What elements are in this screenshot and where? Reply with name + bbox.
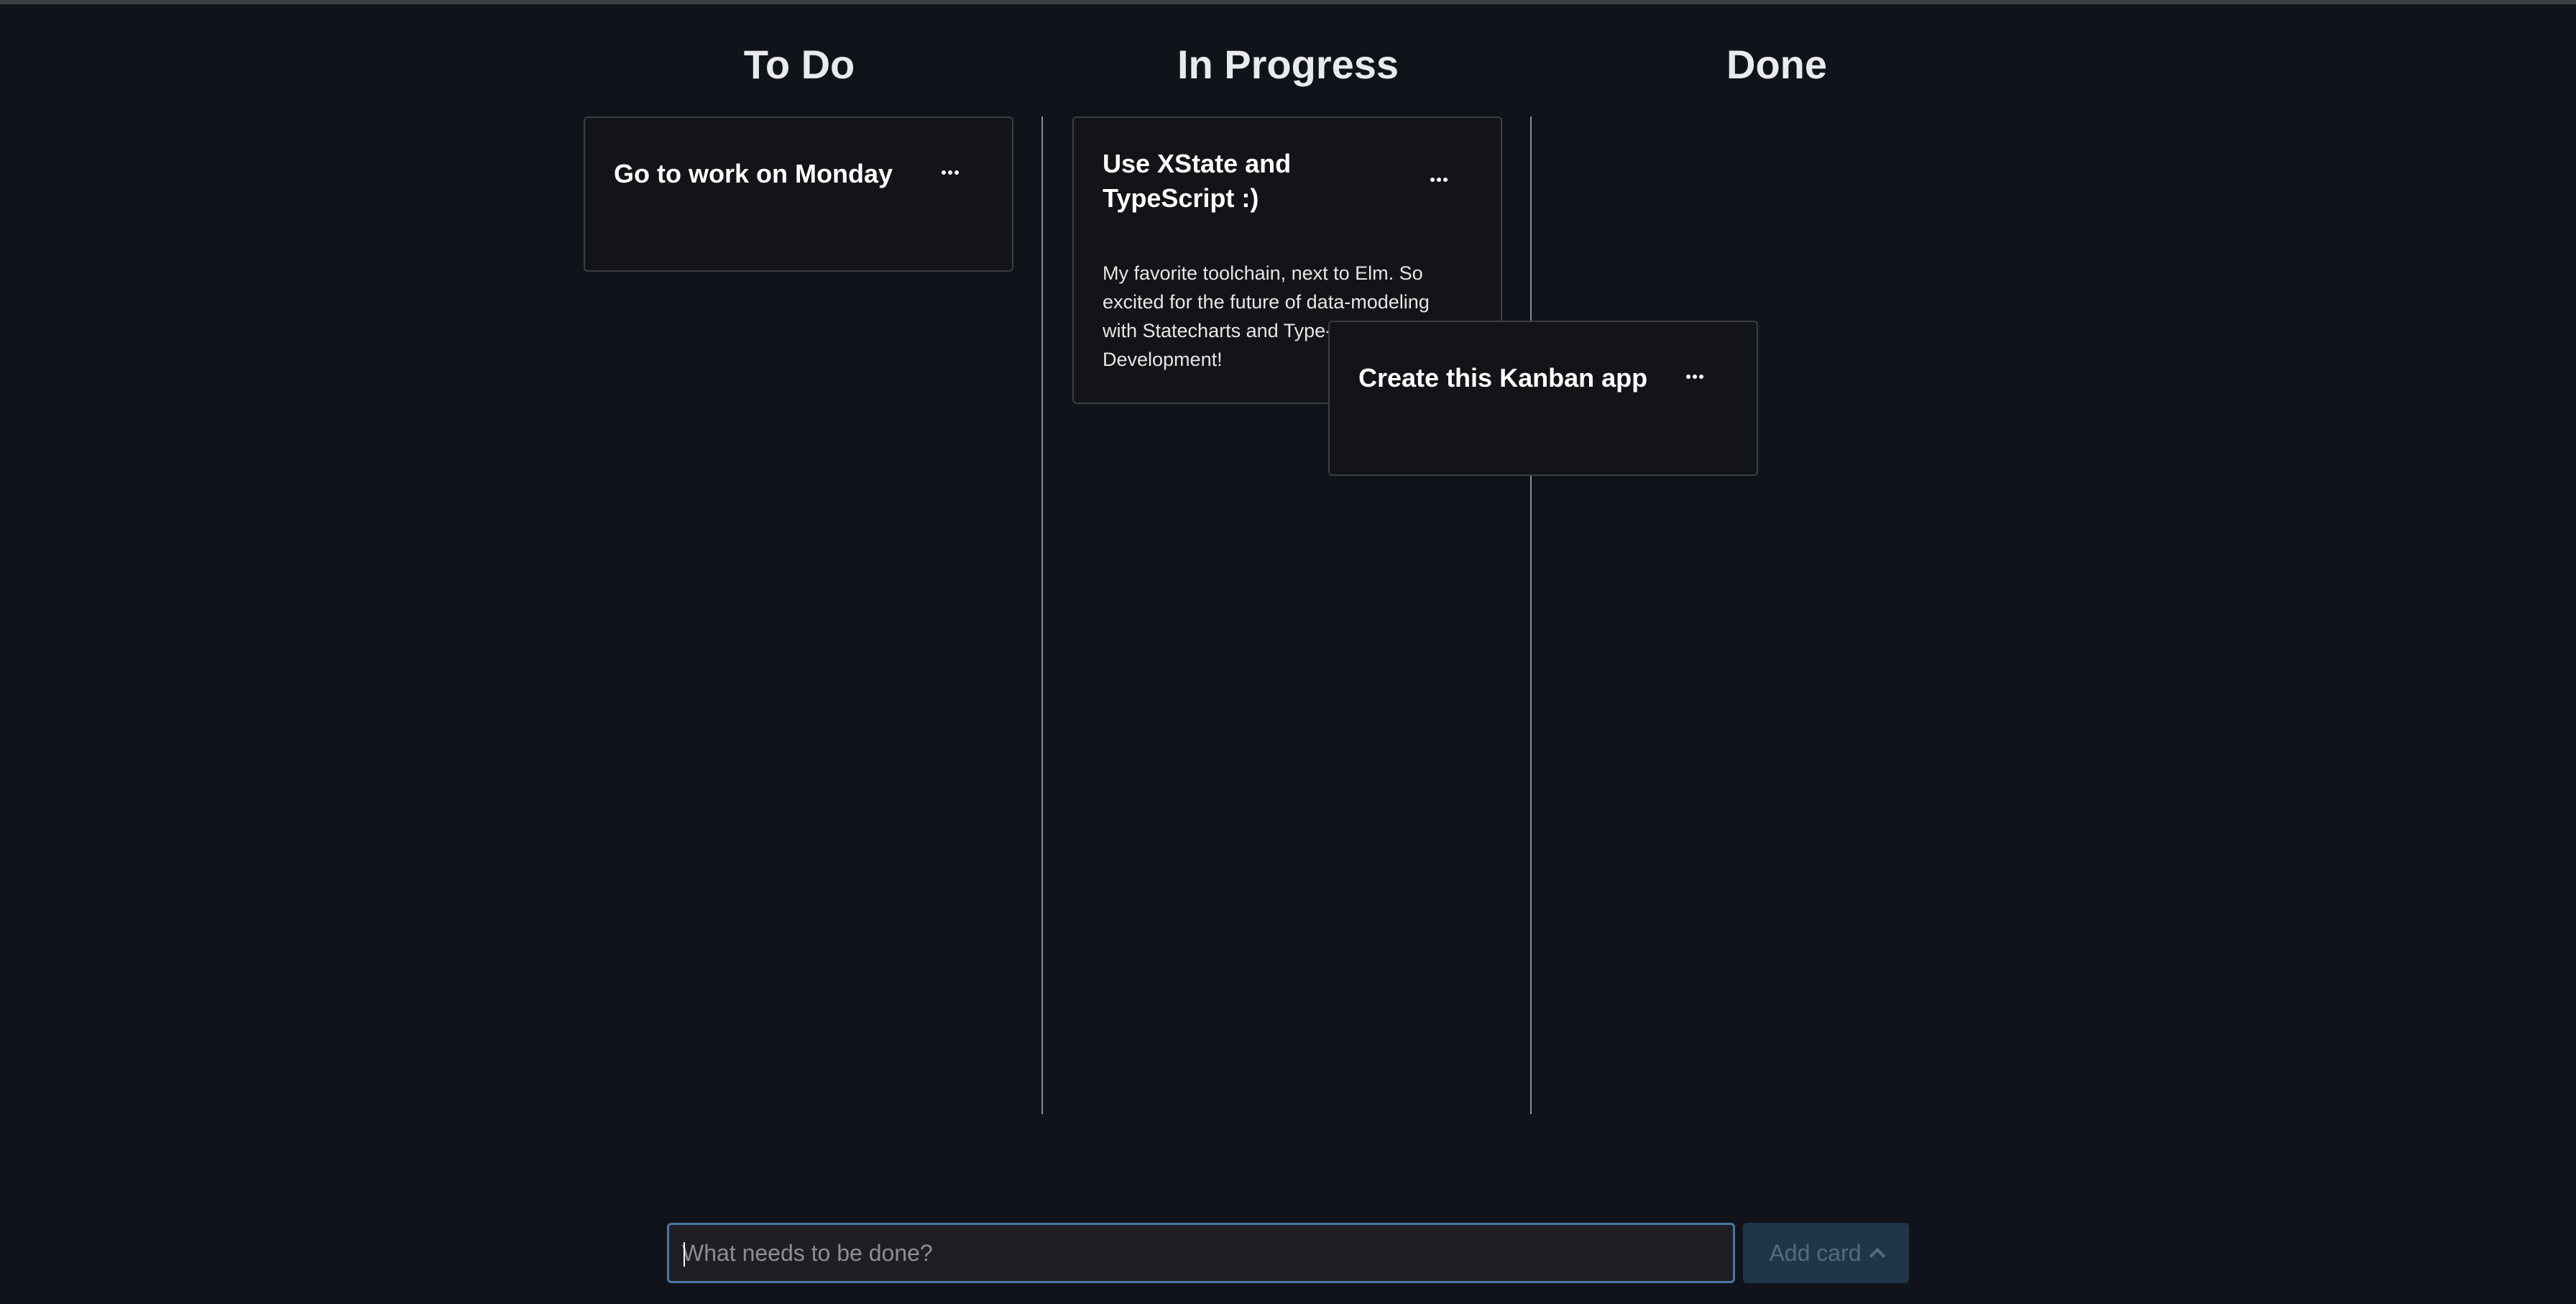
ellipsis-icon[interactable] — [1682, 368, 1708, 385]
card-title: Create this Kanban app — [1358, 363, 1648, 392]
card-title: Use XState and TypeScript :) — [1103, 149, 1292, 213]
add-card-button[interactable]: Add card — [1743, 1223, 1909, 1283]
card-create-kanban-dragging[interactable]: Create this Kanban app — [1328, 321, 1758, 476]
column-divider — [1530, 116, 1532, 1114]
window-top-edge — [0, 0, 2576, 4]
text-caret — [684, 1242, 685, 1267]
column-divider — [1041, 116, 1043, 1114]
ellipsis-icon[interactable] — [1426, 171, 1452, 188]
new-card-input[interactable] — [682, 1225, 1717, 1281]
column-title-todo: To Do — [743, 42, 855, 87]
column-title-in-progress: In Progress — [1177, 42, 1399, 87]
card-go-to-work[interactable]: Go to work on Monday — [584, 116, 1013, 272]
chevron-up-icon — [1869, 1247, 1885, 1264]
kanban-board: To Do In Progress Done Go to work on Mon… — [0, 0, 2576, 1304]
column-title-done: Done — [1726, 42, 1827, 87]
new-card-field[interactable] — [667, 1223, 1735, 1283]
ellipsis-icon[interactable] — [937, 164, 963, 181]
card-title: Go to work on Monday — [614, 159, 893, 188]
add-card-label: Add card — [1769, 1239, 1862, 1266]
